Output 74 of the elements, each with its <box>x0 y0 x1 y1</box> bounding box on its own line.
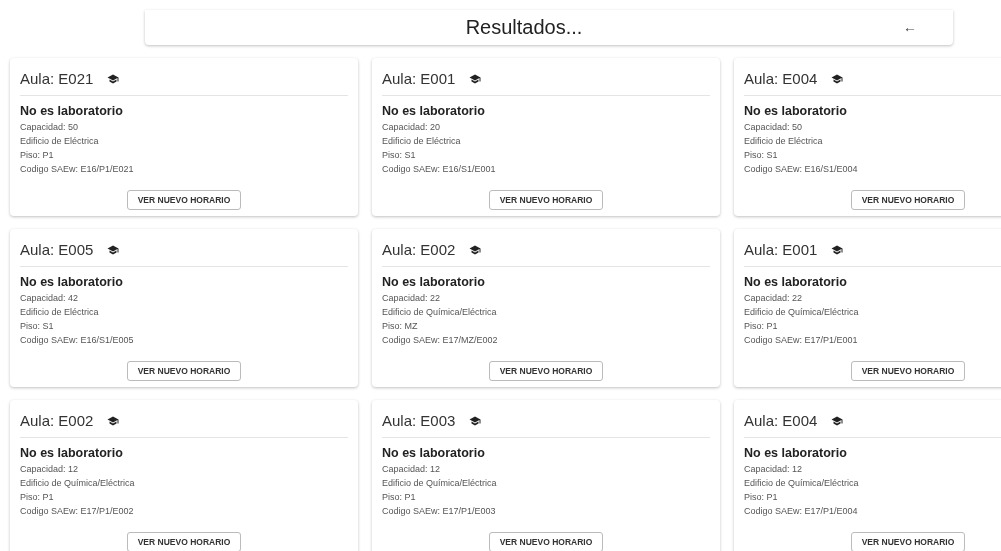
page-title: Resultados... <box>465 16 583 39</box>
room-floor: Piso: S1 <box>744 149 779 162</box>
schedule-button[interactable]: VER NUEVO HORARIO <box>488 532 604 551</box>
room-type: No es laboratorio <box>20 104 124 118</box>
room-code: Codigo SAEw: E16/S1/E005 <box>20 334 135 347</box>
room-floor: Piso: S1 <box>20 320 55 333</box>
room-capacity: Capacidad: 22 <box>744 292 804 305</box>
schedule-button[interactable]: VER NUEVO HORARIO <box>488 361 604 381</box>
graduation-cap-icon <box>469 414 482 427</box>
room-code: Codigo SAEw: E17/P1/E004 <box>744 505 859 518</box>
room-title: Aula: E005 <box>20 241 94 258</box>
room-floor: Piso: P1 <box>20 491 55 504</box>
room-floor: Piso: S1 <box>382 149 417 162</box>
room-code: Codigo SAEw: E17/MZ/E002 <box>382 334 499 347</box>
graduation-cap-icon <box>107 243 120 256</box>
room-building: Edificio de Química/Eléctrica <box>744 306 860 319</box>
room-code: Codigo SAEw: E17/P1/E001 <box>744 334 859 347</box>
room-building: Edificio de Eléctrica <box>20 135 100 148</box>
room-code: Codigo SAEw: E16/S1/E004 <box>744 163 859 176</box>
room-title: Aula: E002 <box>20 412 94 429</box>
room-type: No es laboratorio <box>382 275 486 289</box>
schedule-button[interactable]: VER NUEVO HORARIO <box>126 361 242 381</box>
room-type: No es laboratorio <box>382 446 486 460</box>
room-type: No es laboratorio <box>744 446 848 460</box>
room-building: Edificio de Química/Eléctrica <box>382 477 498 490</box>
room-type: No es laboratorio <box>20 446 124 460</box>
graduation-cap-icon <box>107 72 120 85</box>
room-type: No es laboratorio <box>744 275 848 289</box>
room-floor: Piso: MZ <box>382 320 419 333</box>
room-code: Codigo SAEw: E16/P1/E021 <box>20 163 135 176</box>
room-title: Aula: E001 <box>744 241 818 258</box>
room-capacity: Capacidad: 42 <box>20 292 80 305</box>
room-capacity: Capacidad: 50 <box>744 121 804 134</box>
room-floor: Piso: P1 <box>382 491 417 504</box>
room-code: Codigo SAEw: E16/S1/E001 <box>382 163 497 176</box>
room-building: Edificio de Química/Eléctrica <box>382 306 498 319</box>
graduation-cap-icon <box>107 414 120 427</box>
room-building: Edificio de Química/Eléctrica <box>20 477 136 490</box>
room-title: Aula: E004 <box>744 70 818 87</box>
room-code: Codigo SAEw: E17/P1/E002 <box>20 505 135 518</box>
room-title: Aula: E001 <box>382 70 456 87</box>
room-building: Edificio de Eléctrica <box>20 306 100 319</box>
schedule-button[interactable]: VER NUEVO HORARIO <box>850 190 966 210</box>
room-title: Aula: E021 <box>20 70 94 87</box>
room-type: No es laboratorio <box>382 104 486 118</box>
room-type: No es laboratorio <box>20 275 124 289</box>
schedule-button[interactable]: VER NUEVO HORARIO <box>126 190 242 210</box>
room-capacity: Capacidad: 12 <box>382 463 442 476</box>
graduation-cap-icon <box>469 243 482 256</box>
back-button[interactable]: ← <box>903 19 917 35</box>
schedule-button[interactable]: VER NUEVO HORARIO <box>488 190 604 210</box>
room-title: Aula: E004 <box>744 412 818 429</box>
schedule-button[interactable]: VER NUEVO HORARIO <box>850 532 966 551</box>
room-capacity: Capacidad: 12 <box>744 463 804 476</box>
room-floor: Piso: P1 <box>744 491 779 504</box>
room-capacity: Capacidad: 50 <box>20 121 80 134</box>
room-capacity: Capacidad: 22 <box>382 292 442 305</box>
room-building: Edificio de Eléctrica <box>744 135 824 148</box>
room-type: No es laboratorio <box>744 104 848 118</box>
room-capacity: Capacidad: 12 <box>20 463 80 476</box>
graduation-cap-icon <box>831 414 844 427</box>
schedule-button[interactable]: VER NUEVO HORARIO <box>126 532 242 551</box>
room-title: Aula: E003 <box>382 412 456 429</box>
room-capacity: Capacidad: 20 <box>382 121 442 134</box>
graduation-cap-icon <box>831 72 844 85</box>
schedule-button[interactable]: VER NUEVO HORARIO <box>850 361 966 381</box>
room-code: Codigo SAEw: E17/P1/E003 <box>382 505 497 518</box>
graduation-cap-icon <box>469 72 482 85</box>
room-building: Edificio de Eléctrica <box>382 135 462 148</box>
room-floor: Piso: P1 <box>20 149 55 162</box>
room-building: Edificio de Química/Eléctrica <box>744 477 860 490</box>
room-floor: Piso: P1 <box>744 320 779 333</box>
graduation-cap-icon <box>831 243 844 256</box>
room-title: Aula: E002 <box>382 241 456 258</box>
